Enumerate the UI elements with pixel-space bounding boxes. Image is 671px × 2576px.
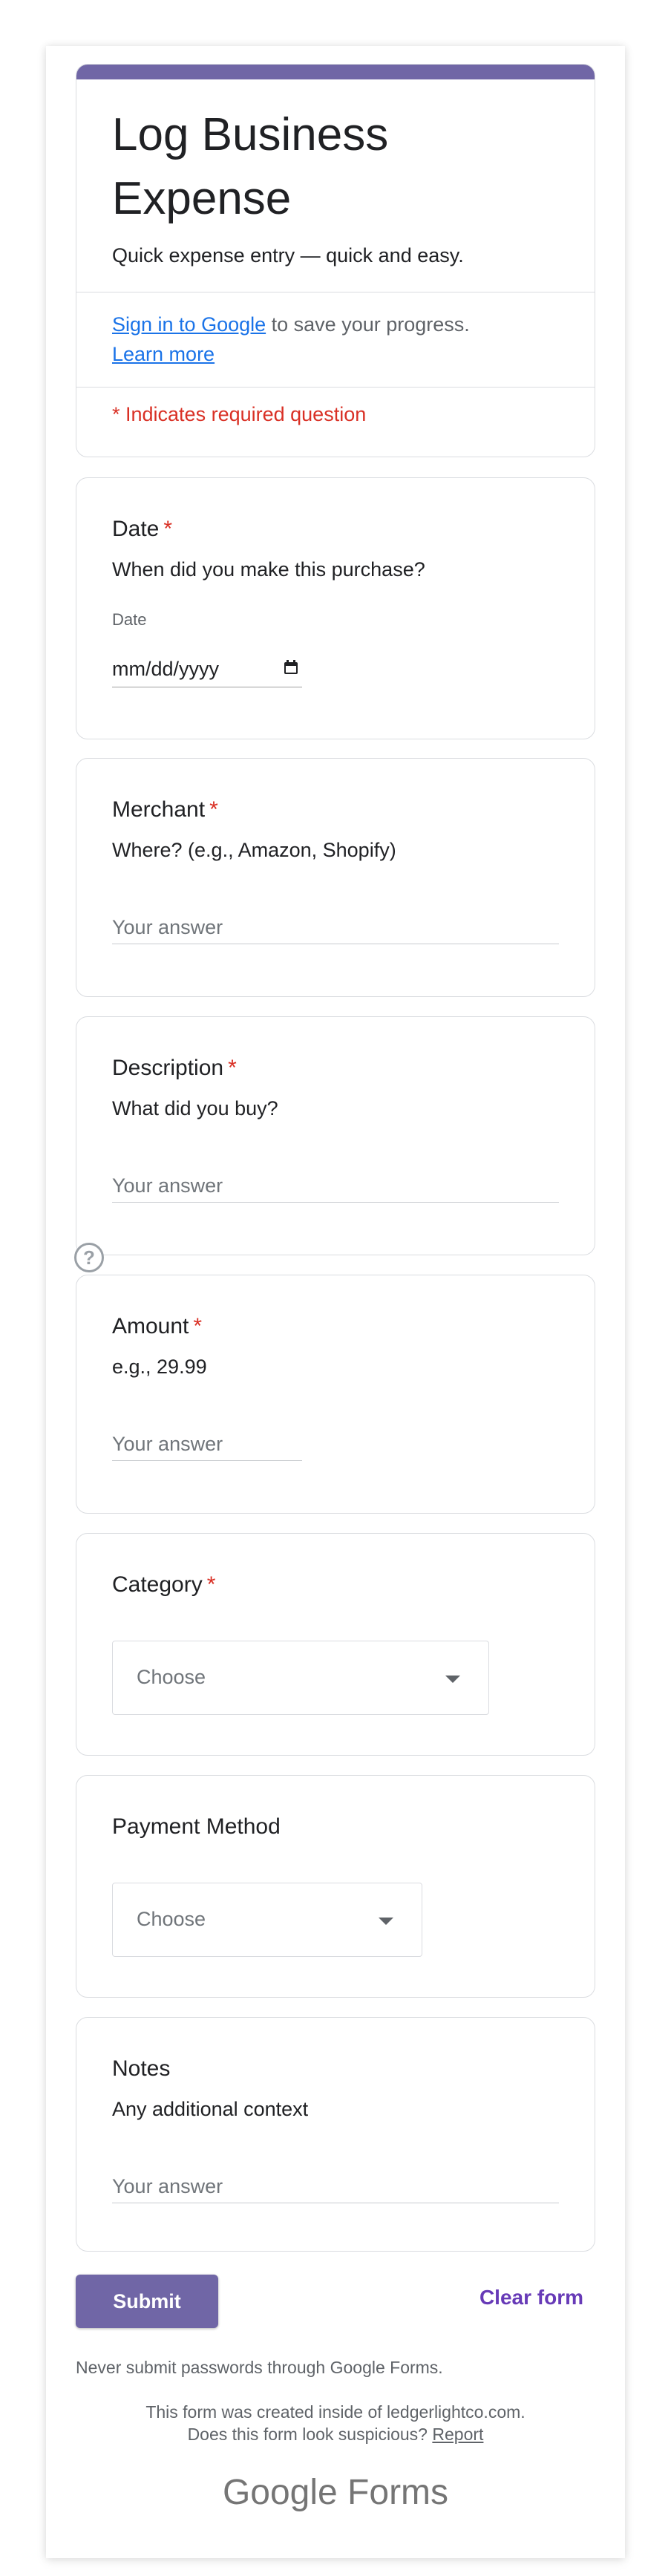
question-title-text: Description	[112, 1056, 224, 1080]
question-description: When did you make this purchase?	[112, 558, 425, 581]
date-input-value: mm/dd/yyyy	[112, 658, 220, 680]
question-description: Where? (e.g., Amazon, Shopify)	[112, 839, 396, 861]
question-title: Date *	[112, 517, 172, 542]
question-description: Any additional context	[112, 2098, 309, 2120]
description-input[interactable]	[112, 1174, 559, 1197]
submit-button[interactable]: Submit	[76, 2275, 218, 2328]
description-answer-field[interactable]	[112, 1170, 559, 1203]
question-title: Merchant *	[112, 797, 218, 823]
category-dropdown-value: Choose	[137, 1666, 206, 1688]
calendar-icon[interactable]	[283, 659, 299, 676]
question-title: Description *	[112, 1056, 237, 1081]
question-title: Category *	[112, 1572, 215, 1598]
question-title-text: Date	[112, 517, 160, 541]
signin-rest-text: to save your progress.	[266, 313, 470, 336]
question-title: Amount *	[112, 1314, 202, 1339]
question-card-amount: Amount * e.g., 29.99	[76, 1275, 595, 1514]
date-input[interactable]: mm/dd/yyyy	[112, 653, 302, 687]
amount-input[interactable]	[112, 1433, 302, 1456]
form-title: Log Business Expense	[112, 109, 389, 224]
question-title: Notes	[112, 2056, 171, 2081]
learn-more-link[interactable]: Learn more	[112, 343, 215, 365]
question-title-text: Amount	[112, 1314, 189, 1338]
suspicious-text: Does this form look suspicious?	[187, 2425, 433, 2444]
required-star: *	[193, 1314, 203, 1338]
notes-input[interactable]	[112, 2175, 559, 2198]
amount-answer-field[interactable]	[112, 1428, 302, 1461]
question-title: Payment Method	[112, 1814, 281, 1839]
suspicious-notice: Does this form look suspicious? Report	[0, 2425, 671, 2445]
required-star: *	[209, 797, 218, 822]
question-title-text: Category	[112, 1572, 203, 1597]
question-card-description: Description * What did you buy?	[76, 1016, 595, 1255]
required-star: *	[228, 1056, 237, 1080]
created-inside-text: This form was created inside of ledgerli…	[145, 2402, 526, 2422]
clear-form-button[interactable]: Clear form	[479, 2286, 583, 2309]
required-star: *	[163, 517, 173, 541]
password-warning: Never submit passwords through Google Fo…	[76, 2358, 443, 2377]
question-card-notes: Notes Any additional context	[76, 2017, 595, 2252]
google-wordmark: Google	[222, 2473, 338, 2512]
date-field-label: Date	[112, 610, 147, 629]
question-card-merchant: Merchant * Where? (e.g., Amazon, Shopify)	[76, 758, 595, 997]
header-accent-bar	[76, 65, 595, 79]
question-card-date: Date * When did you make this purchase? D…	[76, 477, 595, 739]
forms-wordmark: Forms	[337, 2473, 449, 2512]
chevron-down-icon	[445, 1676, 460, 1683]
required-note: * Indicates required question	[112, 403, 367, 425]
form-description: Quick expense entry — quick and easy.	[112, 244, 464, 267]
payment-method-dropdown[interactable]: Choose	[112, 1883, 422, 1957]
payment-method-dropdown-value: Choose	[137, 1908, 206, 1930]
help-icon[interactable]: ?	[74, 1243, 104, 1272]
form-header-card: Log Business Expense Quick expense entry…	[76, 64, 595, 457]
question-description: What did you buy?	[112, 1097, 278, 1119]
report-link[interactable]: Report	[432, 2425, 483, 2444]
header-divider	[76, 387, 595, 388]
required-star: *	[206, 1572, 216, 1597]
question-title-text: Merchant	[112, 797, 206, 822]
merchant-answer-field[interactable]	[112, 912, 559, 944]
category-dropdown[interactable]: Choose	[112, 1641, 489, 1715]
notes-answer-field[interactable]	[112, 2171, 559, 2203]
question-card-category: Category * Choose	[76, 1533, 595, 1756]
merchant-input[interactable]	[112, 916, 559, 939]
question-card-payment-method: Payment Method Choose	[76, 1775, 595, 1998]
signin-notice: Sign in to Google to save your progress.…	[112, 310, 557, 369]
chevron-down-icon	[379, 1918, 393, 1925]
signin-link[interactable]: Sign in to Google	[112, 313, 266, 336]
google-forms-logo: Google Forms	[0, 2472, 671, 2513]
question-description: e.g., 29.99	[112, 1356, 207, 1378]
